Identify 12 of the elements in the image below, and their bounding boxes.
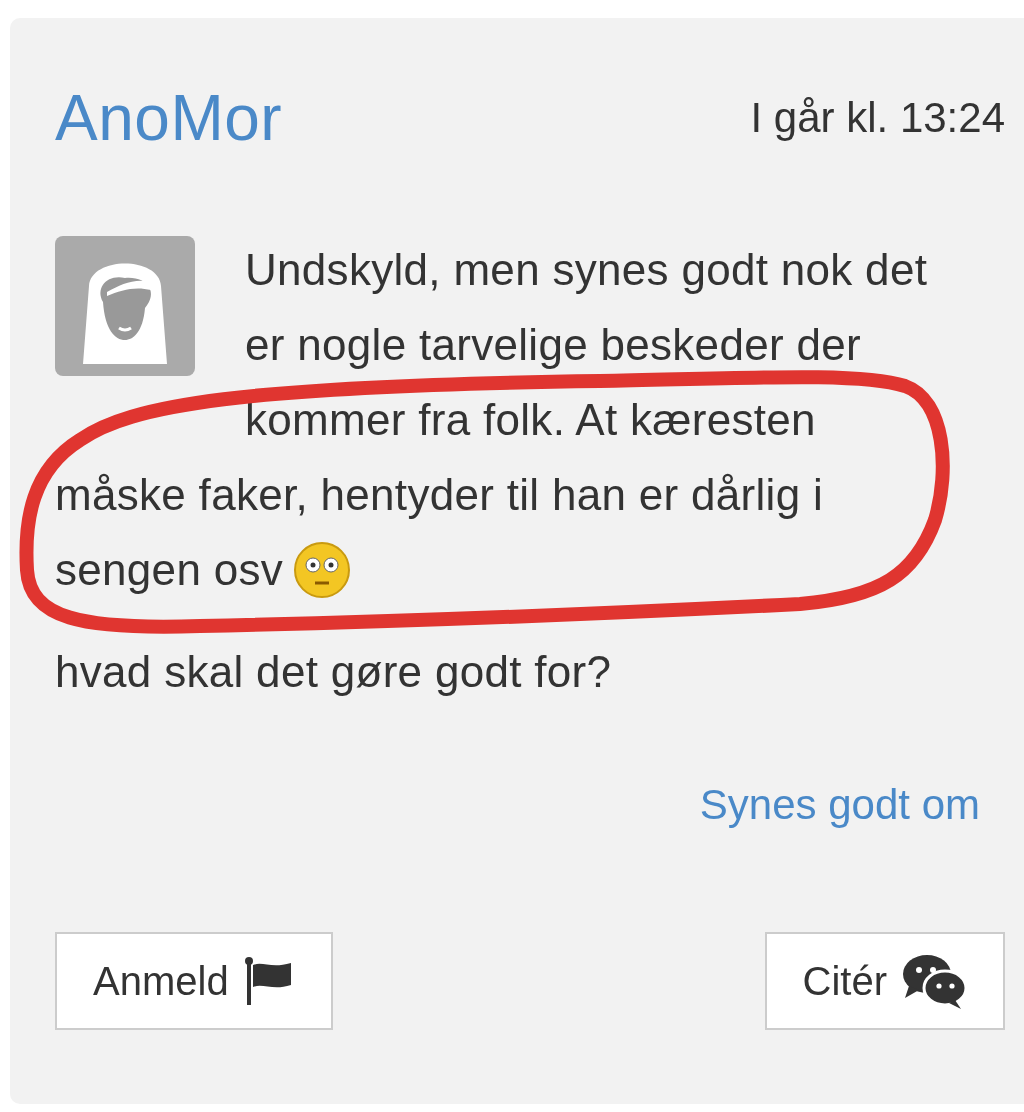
post-time: I går kl. 13:24 xyxy=(750,94,1005,142)
report-button[interactable]: Anmeld xyxy=(55,932,333,1030)
flushed-face-icon xyxy=(293,540,352,599)
post-text-line: sengen osv xyxy=(55,544,284,596)
post-text-line: hvad skal det gøre godt for? xyxy=(55,647,612,696)
avatar-icon xyxy=(55,236,195,376)
chat-icon xyxy=(901,952,967,1010)
post-text-line: er nogle tarvelige beskeder der xyxy=(245,319,861,371)
post-text-line: Undskyld, men synes godt nok det xyxy=(245,244,928,296)
quote-button[interactable]: Citér xyxy=(764,932,1005,1030)
post-text-line: måske faker, hentyder til han er dårlig i xyxy=(55,469,823,521)
post-text-line: kommer fra folk. At kæresten xyxy=(245,394,816,446)
